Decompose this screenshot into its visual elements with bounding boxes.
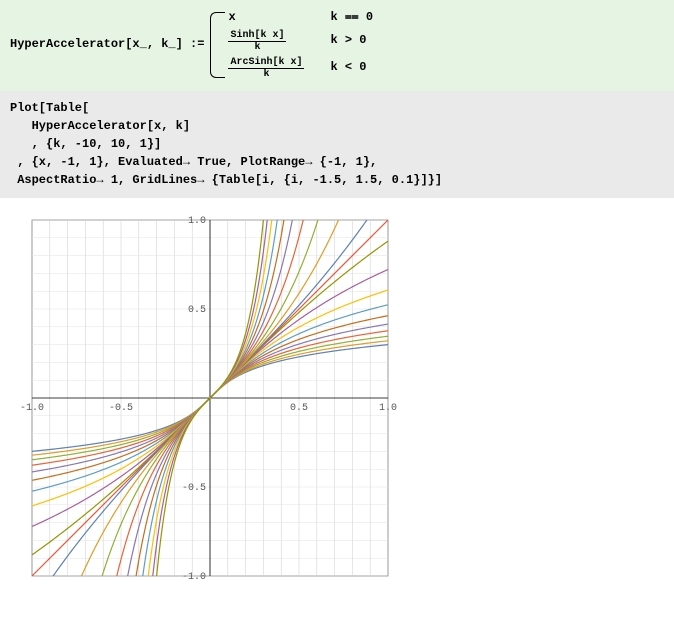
svg-text:0.5: 0.5 (290, 403, 308, 414)
svg-text:-0.5: -0.5 (109, 403, 133, 414)
definition-row: HyperAccelerator[x_, k_] := x k ⩵ 0 Sinh… (10, 8, 664, 82)
case-expr: x (228, 8, 330, 28)
svg-text:-1.0: -1.0 (182, 572, 206, 583)
case-cond: k > 0 (330, 28, 399, 55)
svg-text:-0.5: -0.5 (182, 483, 206, 494)
definition-cell: HyperAccelerator[x_, k_] := x k ⩵ 0 Sinh… (0, 0, 674, 91)
case-cond: k < 0 (330, 55, 399, 82)
case-row: Sinh[k x] k k > 0 (228, 28, 399, 55)
fraction: Sinh[k x] k (228, 30, 286, 53)
svg-text:-1.0: -1.0 (20, 403, 44, 414)
piecewise-cases: x k ⩵ 0 Sinh[k x] k k > 0 ArcS (228, 8, 399, 82)
plot-output-cell: -1.0 -0.5 0.5 1.0 -1.0 -0.5 0.5 1.0 (0, 198, 674, 602)
plot-code-cell[interactable]: Plot[Table[ HyperAccelerator[x, k] , {k,… (0, 91, 674, 198)
numerator: ArcSinh[k x] (228, 57, 304, 69)
function-plot: -1.0 -0.5 0.5 1.0 -1.0 -0.5 0.5 1.0 (10, 198, 410, 598)
denominator: k (228, 69, 304, 80)
definition-lhs: HyperAccelerator[x_, k_] := (10, 37, 204, 53)
piecewise-brace: x k ⩵ 0 Sinh[k x] k k > 0 ArcS (210, 8, 399, 82)
svg-text:1.0: 1.0 (188, 216, 206, 227)
numerator: Sinh[k x] (228, 30, 286, 42)
svg-text:1.0: 1.0 (379, 403, 397, 414)
case-expr: ArcSinh[k x] k (228, 55, 330, 82)
case-cond: k ⩵ 0 (330, 8, 399, 28)
svg-text:0.5: 0.5 (188, 305, 206, 316)
fraction: ArcSinh[k x] k (228, 57, 304, 80)
case-row: x k ⩵ 0 (228, 8, 399, 28)
denominator: k (228, 42, 286, 53)
case-row: ArcSinh[k x] k k < 0 (228, 55, 399, 82)
case-expr: Sinh[k x] k (228, 28, 330, 55)
